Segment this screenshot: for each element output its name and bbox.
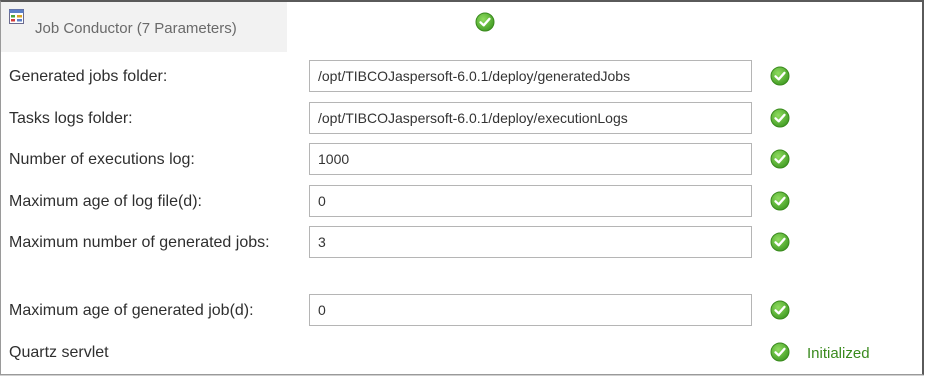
max-age-generated-job-label: Maximum age of generated job(d): [9, 302, 254, 319]
number-of-executions-log-input[interactable] [309, 143, 752, 175]
max-age-generated-job-input[interactable] [309, 294, 752, 326]
check-circle-icon [770, 66, 790, 86]
generated-jobs-folder-input[interactable] [309, 60, 752, 92]
quartz-servlet-label: Quartz servlet [9, 344, 109, 361]
check-circle-icon [770, 232, 790, 252]
check-circle-icon [770, 108, 790, 128]
panel-title: Job Conductor (7 Parameters) [35, 20, 237, 37]
panel-header: Job Conductor (7 Parameters) [1, 2, 287, 52]
max-age-log-file-label: Maximum age of log file(d): [9, 193, 202, 210]
divider [0, 375, 924, 376]
grid-table-icon [9, 9, 24, 24]
max-number-generated-jobs-label: Maximum number of generated jobs: [9, 234, 270, 251]
number-of-executions-log-label: Number of executions log: [9, 151, 195, 168]
max-number-generated-jobs-input[interactable] [309, 226, 752, 258]
check-circle-icon [475, 12, 495, 32]
tasks-logs-folder-label: Tasks logs folder: [9, 110, 133, 127]
max-age-log-file-input[interactable] [309, 185, 752, 217]
status-initialized: Initialized [807, 345, 870, 362]
check-circle-icon [770, 300, 790, 320]
tasks-logs-folder-input[interactable] [309, 102, 752, 134]
job-conductor-panel: Job Conductor (7 Parameters) Generated j… [0, 0, 924, 375]
check-circle-icon [770, 191, 790, 211]
check-circle-icon [770, 342, 790, 362]
generated-jobs-folder-label: Generated jobs folder: [9, 68, 168, 85]
check-circle-icon [770, 149, 790, 169]
